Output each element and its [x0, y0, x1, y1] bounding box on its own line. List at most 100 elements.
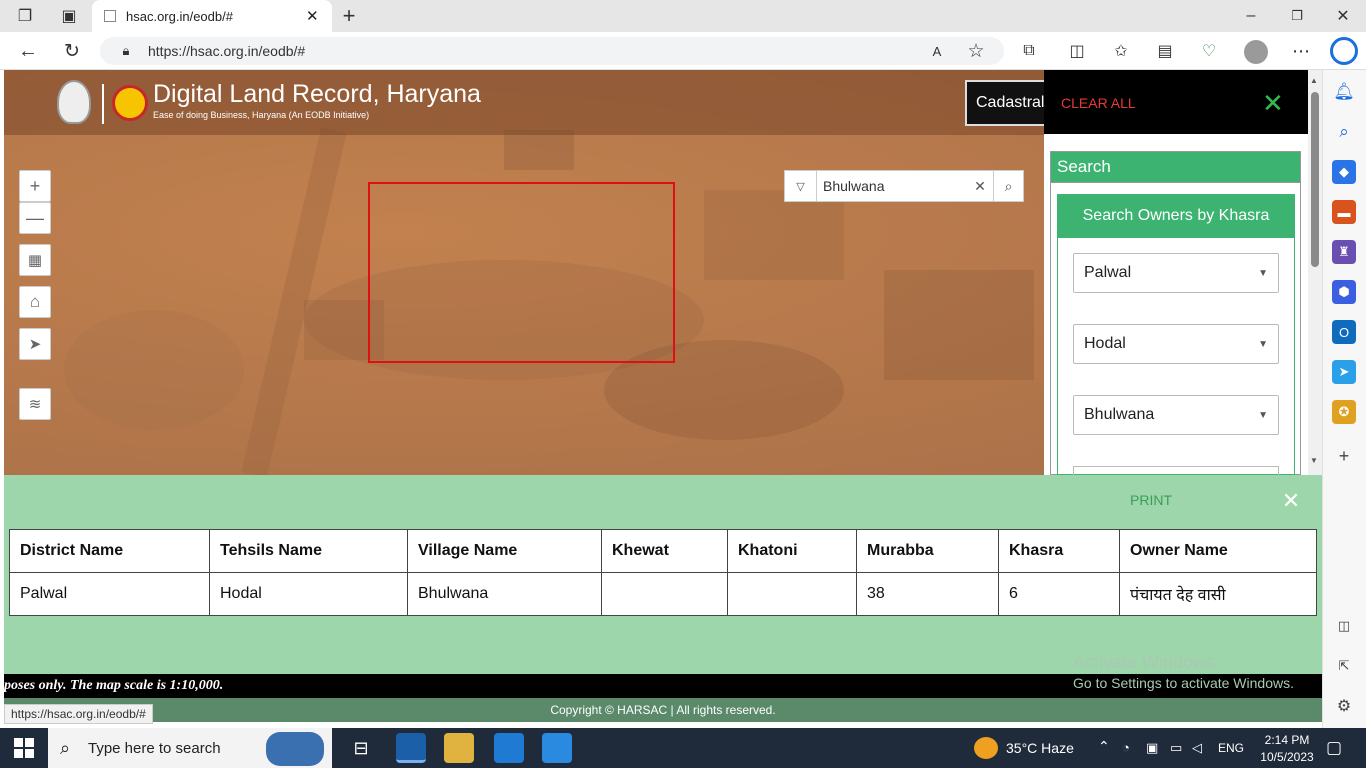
search-dropdown-icon[interactable]: ▽: [785, 171, 817, 201]
outlook-icon[interactable]: O: [1332, 320, 1356, 344]
print-button[interactable]: PRINT: [1130, 492, 1172, 508]
khasra-search-header[interactable]: Search Owners by Khasra: [1057, 194, 1295, 238]
weather-haze-icon[interactable]: [974, 737, 998, 759]
village-select[interactable]: Bhulwana ▼: [1073, 395, 1279, 435]
restore-icon[interactable]: ❐: [1286, 6, 1308, 26]
input-language[interactable]: ENG: [1218, 741, 1244, 755]
close-panel-icon[interactable]: ✕: [1262, 88, 1284, 119]
sidebar-settings-gear-icon[interactable]: ⚙: [1332, 694, 1356, 718]
layers-icon[interactable]: ≋: [19, 388, 51, 420]
map-search-input[interactable]: Bhulwana: [817, 178, 967, 194]
next-select-partial[interactable]: [1073, 466, 1279, 475]
cadastral-layer-button[interactable]: Cadastral: [965, 80, 1049, 126]
split-screen-icon[interactable]: ◫: [1066, 40, 1088, 62]
clock-date[interactable]: 10/5/2023: [1256, 750, 1318, 764]
harsac-logo: [112, 85, 148, 121]
col-district-name: District Name: [9, 529, 210, 573]
tehsil-value: Hodal: [1084, 335, 1126, 352]
read-aloud-icon[interactable]: A: [926, 41, 948, 61]
clear-search-icon[interactable]: ✕: [967, 178, 993, 195]
meet-icon[interactable]: ▣: [1146, 740, 1158, 756]
panel-scrollbar[interactable]: ▲ ▼: [1308, 70, 1322, 475]
watermark-title: Activate Windows: [1073, 652, 1216, 672]
microsoft-365-icon[interactable]: ⬢: [1332, 280, 1356, 304]
home-icon[interactable]: ⌂: [19, 286, 51, 318]
lock-icon[interactable]: 🔒︎: [118, 42, 134, 60]
hide-sidebar-icon[interactable]: ◫: [1332, 614, 1356, 638]
task-view-icon[interactable]: ⊟: [346, 733, 376, 763]
games-icon[interactable]: ♜: [1332, 240, 1356, 264]
add-sidebar-app-icon[interactable]: +: [1332, 444, 1356, 468]
volume-icon[interactable]: ◁: [1192, 740, 1202, 756]
rewards-medal-icon[interactable]: ✪: [1332, 400, 1356, 424]
edge-taskbar-icon[interactable]: [396, 733, 426, 763]
favorite-star-icon[interactable]: ☆: [965, 40, 987, 62]
close-window-icon[interactable]: ✕: [1332, 6, 1354, 26]
copyright-text: Copyright © HARSAC | All rights reserved…: [550, 703, 776, 717]
more-options-icon[interactable]: ⋯: [1290, 40, 1312, 62]
map-search-box[interactable]: ▽ Bhulwana ✕ ⌕: [784, 170, 1024, 202]
tools-briefcase-icon[interactable]: ▬: [1332, 200, 1356, 224]
chevron-down-icon: ▼: [1258, 267, 1268, 279]
cell-khasra: 6: [998, 572, 1120, 616]
back-icon[interactable]: ←: [16, 40, 40, 62]
profile-avatar[interactable]: [1244, 40, 1268, 64]
vscode-icon[interactable]: [494, 733, 524, 763]
search-icon[interactable]: ⌕: [993, 171, 1023, 201]
activation-watermark: Activate Windows Go to Settings to activ…: [1073, 652, 1294, 691]
file-explorer-icon[interactable]: [444, 733, 474, 763]
drop-send-icon[interactable]: ➤: [1332, 360, 1356, 384]
extensions-icon[interactable]: ⧉: [1018, 40, 1040, 62]
new-tab-icon[interactable]: +: [338, 3, 360, 28]
village-value: Bhulwana: [1084, 406, 1155, 423]
clock-time[interactable]: 2:14 PM: [1262, 733, 1312, 747]
zoom-out-button[interactable]: —: [19, 202, 51, 234]
col-khatoni: Khatoni: [727, 529, 857, 573]
microsoft-store-icon[interactable]: [542, 733, 572, 763]
sidebar-search-icon[interactable]: ⌕: [1332, 120, 1356, 144]
close-results-icon[interactable]: ✕: [1280, 488, 1302, 513]
close-tab-icon[interactable]: ✕: [306, 7, 319, 25]
notification-center-icon[interactable]: ▢: [1326, 738, 1342, 758]
haryana-emblem-logo: [57, 80, 91, 124]
refresh-icon[interactable]: ↻: [60, 40, 84, 62]
notifications-bell-icon[interactable]: 🔔︎: [1332, 80, 1356, 104]
weather-text[interactable]: 35°C Haze: [1006, 740, 1074, 756]
cell-village: Bhulwana: [407, 572, 602, 616]
tab-actions-icon[interactable]: ▣: [58, 6, 80, 26]
browser-tab[interactable]: hsac.org.in/eodb/# ✕: [92, 0, 332, 32]
locate-icon[interactable]: ➤: [19, 328, 51, 360]
selected-parcel-outline: [368, 182, 675, 363]
minimize-icon[interactable]: –: [1240, 6, 1262, 26]
tehsil-select[interactable]: Hodal ▼: [1073, 324, 1279, 364]
browser-essentials-icon[interactable]: ♡: [1198, 40, 1220, 62]
open-external-icon[interactable]: ⇱: [1332, 654, 1356, 678]
col-village-name: Village Name: [407, 529, 602, 573]
table-header-row: District Name Tehsils Name Village Name …: [9, 529, 1317, 573]
network-icon[interactable]: ◔: [1122, 740, 1130, 755]
cell-district: Palwal: [9, 572, 210, 616]
collections-icon[interactable]: ▤: [1154, 40, 1176, 62]
cell-owner-name: पंचायत देह वासी: [1119, 572, 1317, 616]
bing-copilot-icon[interactable]: [1330, 37, 1358, 65]
cricket-widget-icon[interactable]: [266, 732, 324, 766]
url-text: https://hsac.org.in/eodb/#: [148, 43, 306, 59]
address-input[interactable]: https://hsac.org.in/eodb/#: [100, 37, 1004, 65]
search-header: Search: [1050, 151, 1301, 183]
shopping-tag-icon[interactable]: ◆: [1332, 160, 1356, 184]
col-murabba: Murabba: [856, 529, 999, 573]
qr-grid-icon[interactable]: ▦: [19, 244, 51, 276]
start-windows-icon[interactable]: [14, 738, 34, 758]
status-bar-url: https://hsac.org.in/eodb/#: [4, 704, 153, 724]
col-tehsils-name: Tehsils Name: [209, 529, 408, 573]
col-owner-name: Owner Name: [1119, 529, 1317, 573]
workspaces-icon[interactable]: ❐: [14, 6, 36, 26]
cell-tehsil: Hodal: [209, 572, 408, 616]
district-select[interactable]: Palwal ▼: [1073, 253, 1279, 293]
zoom-in-button[interactable]: +: [19, 170, 51, 202]
clear-all-button[interactable]: CLEAR ALL: [1061, 95, 1136, 111]
page-favicon-icon: [104, 10, 116, 22]
battery-icon[interactable]: ▭: [1170, 740, 1182, 756]
favorites-icon[interactable]: ✩: [1110, 40, 1132, 62]
tray-chevron-up-icon[interactable]: ⌃: [1098, 738, 1110, 755]
